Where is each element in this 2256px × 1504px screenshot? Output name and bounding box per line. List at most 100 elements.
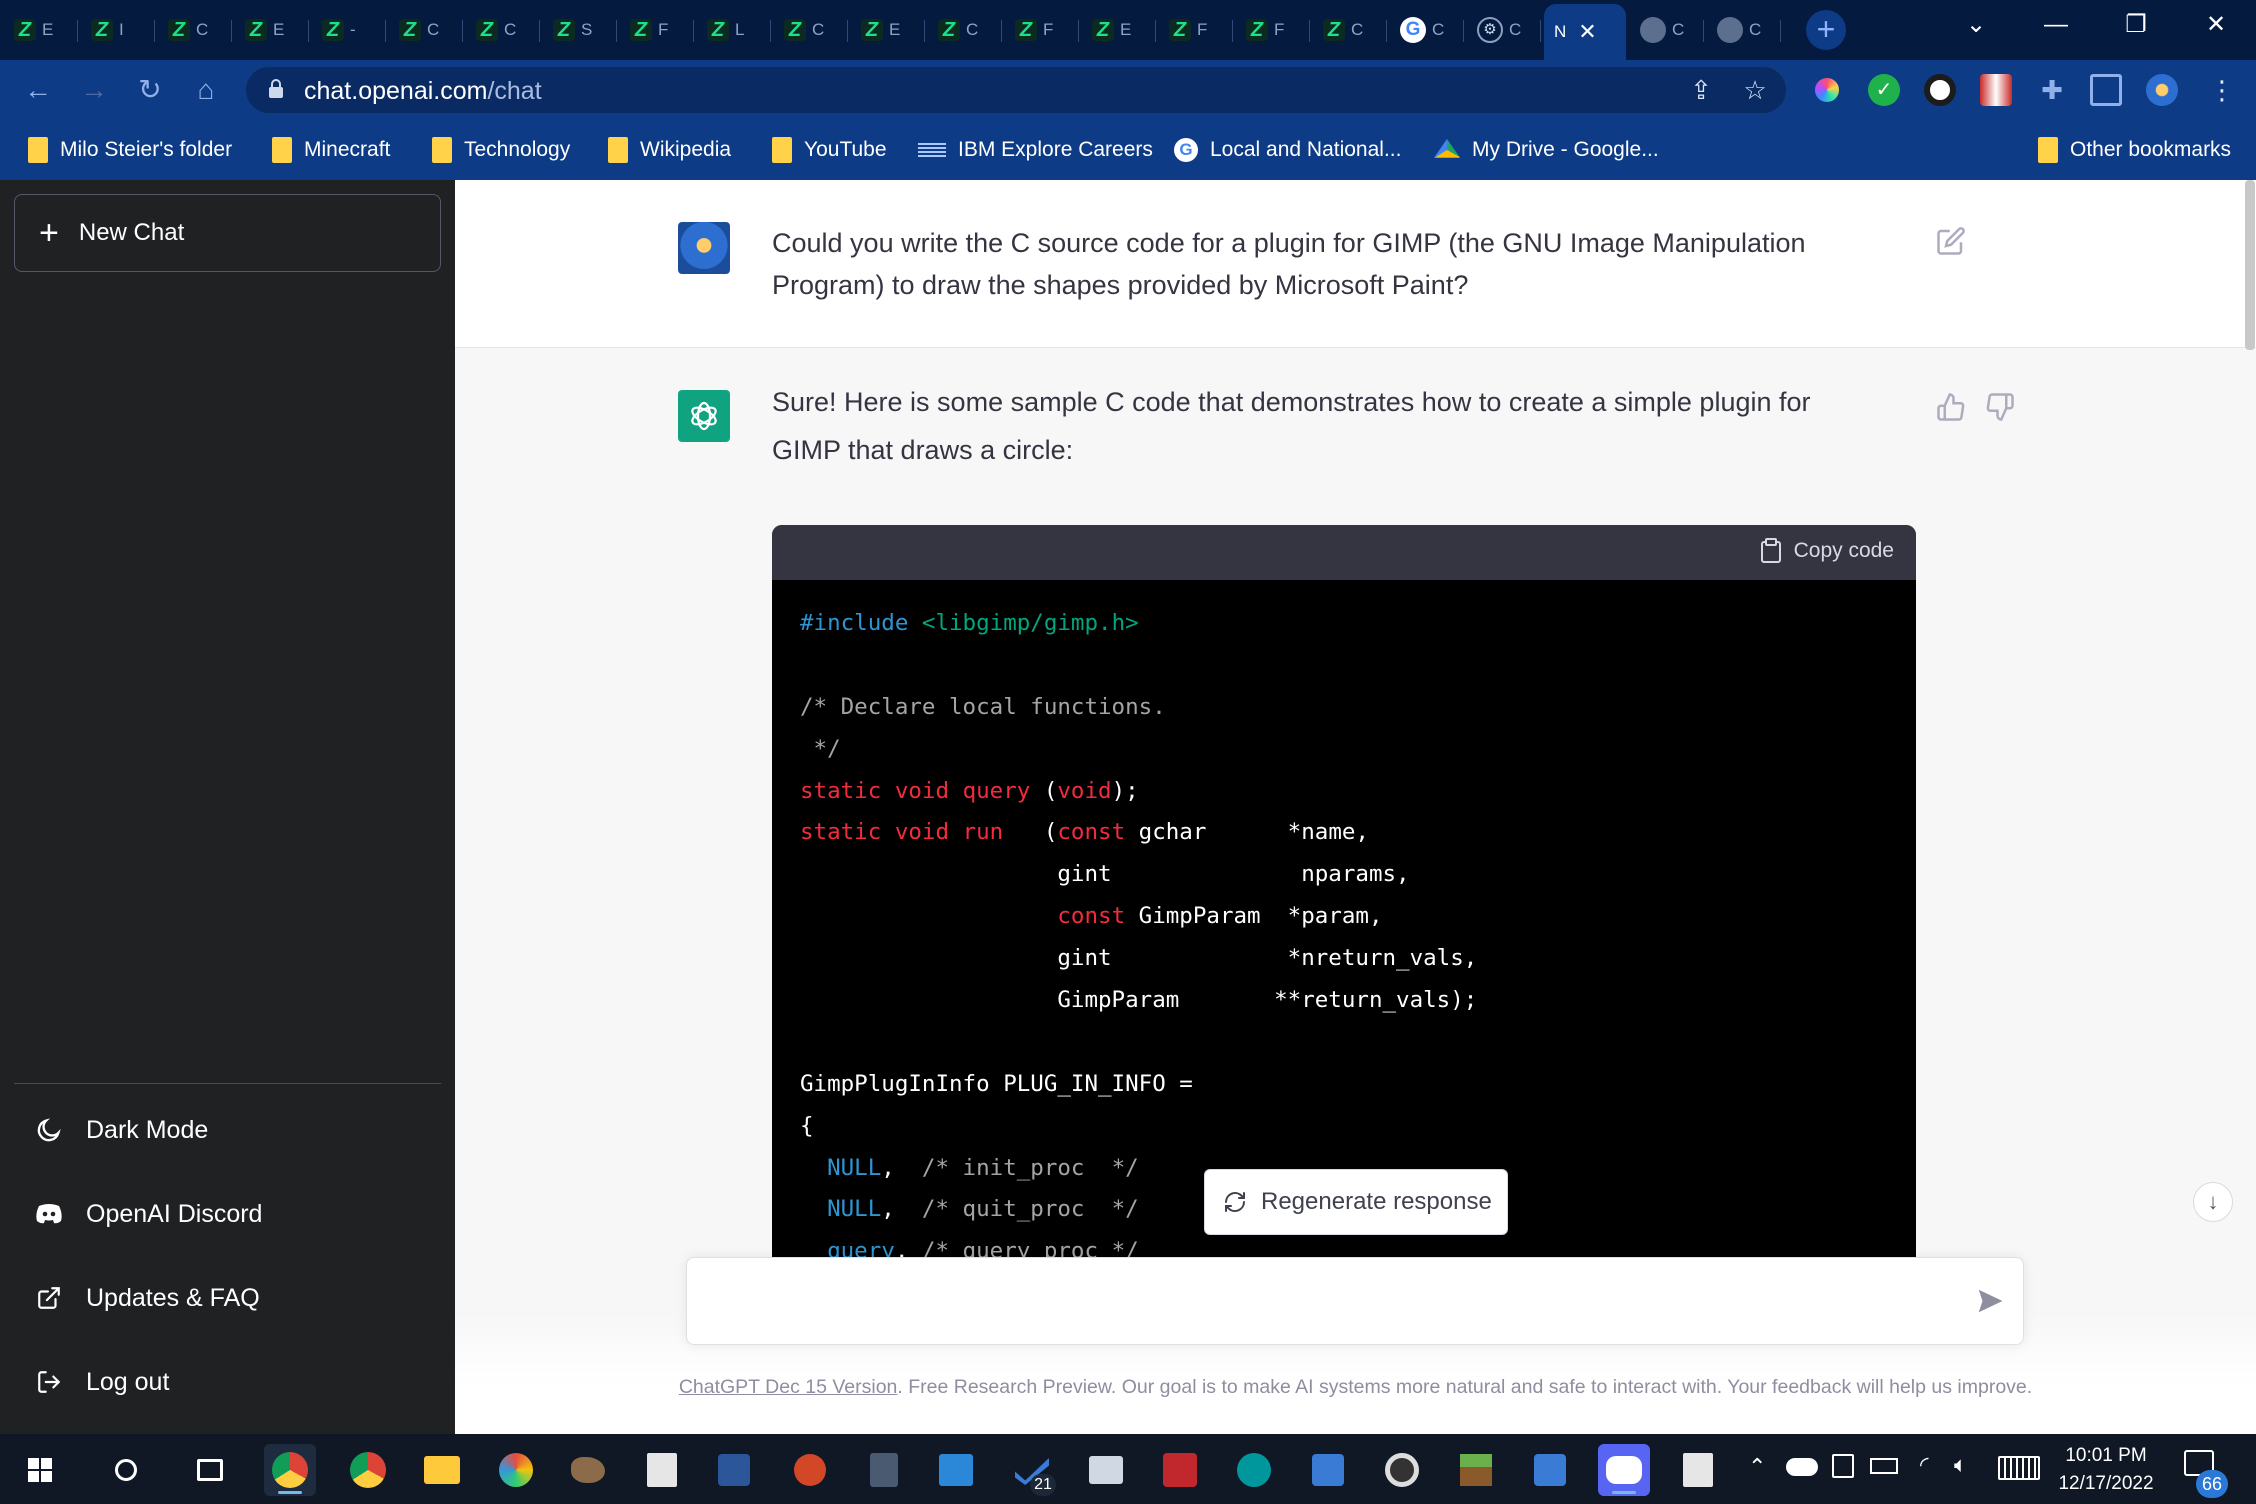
browser-tab[interactable]: ⚙ C — [1467, 6, 1541, 54]
chevron-up-icon[interactable]: ⌃ — [1748, 1454, 1766, 1480]
bookmark-item[interactable]: Milo Steier's folder — [28, 134, 232, 166]
onedrive-icon[interactable] — [1786, 1458, 1818, 1476]
taskbar-app[interactable] — [1598, 1444, 1650, 1496]
dark-mode-button[interactable]: Dark Mode — [14, 1097, 441, 1163]
minimize-button[interactable]: — — [2016, 0, 2096, 50]
lock-icon[interactable] — [268, 79, 284, 99]
taskbar-app[interactable] — [184, 1444, 236, 1496]
log-out-button[interactable]: Log out — [14, 1349, 441, 1415]
restore-button[interactable]: ❐ — [2096, 0, 2176, 50]
taskbar-app[interactable] — [858, 1444, 910, 1496]
battery-icon[interactable] — [1870, 1458, 1898, 1474]
taskbar-app[interactable] — [708, 1444, 760, 1496]
taskbar-app[interactable]: 21 — [1006, 1444, 1058, 1496]
back-icon[interactable]: ← — [20, 72, 56, 108]
browser-tab[interactable]: ZC — [158, 6, 232, 54]
new-tab-button[interactable]: + — [1806, 10, 1846, 50]
taskbar-app[interactable] — [1228, 1444, 1280, 1496]
volume-icon[interactable]: 🔈︎ — [1954, 1452, 1967, 1478]
openai-discord-link[interactable]: OpenAI Discord — [14, 1181, 441, 1247]
browser-tab[interactable]: ZC — [1313, 6, 1387, 54]
extensions-puzzle-icon[interactable]: ✚ — [2036, 74, 2068, 106]
browser-tab[interactable]: ZC — [774, 6, 848, 54]
browser-tab[interactable]: ZC — [466, 6, 540, 54]
pdf-extension-icon[interactable] — [1980, 74, 2012, 106]
reload-icon[interactable]: ↻ — [132, 72, 168, 108]
new-chat-button[interactable]: + New Chat — [14, 194, 441, 272]
taskbar-app[interactable] — [784, 1444, 836, 1496]
scrollbar[interactable] — [2245, 180, 2255, 350]
other-bookmarks[interactable]: Other bookmarks — [2038, 134, 2231, 166]
taskbar-app[interactable] — [1154, 1444, 1206, 1496]
taskbar-app[interactable] — [636, 1444, 688, 1496]
address-bar[interactable]: chat.openai.com/chat ⇪ ☆ — [246, 67, 1786, 113]
scroll-to-bottom-button[interactable]: ↓ — [2193, 1182, 2233, 1222]
close-tab-icon[interactable]: ✕ — [1578, 19, 1596, 45]
browser-tab[interactable]: ZE — [851, 6, 925, 54]
browser-tab[interactable]: C — [1630, 6, 1704, 54]
bookmark-item[interactable]: YouTube — [772, 134, 887, 166]
device-icon[interactable] — [1832, 1454, 1854, 1478]
home-icon[interactable]: ⌂ — [188, 72, 224, 108]
taskbar-app[interactable] — [1376, 1444, 1428, 1496]
browser-tab[interactable]: ZL — [697, 6, 771, 54]
browser-tab[interactable]: ZC — [389, 6, 463, 54]
taskbar-app[interactable] — [342, 1444, 394, 1496]
taskbar-app[interactable] — [562, 1444, 614, 1496]
taskbar-app[interactable] — [1450, 1444, 1502, 1496]
taskbar-app[interactable] — [100, 1444, 152, 1496]
browser-menu-icon[interactable]: ⋮ — [2206, 74, 2238, 106]
bookmark-item[interactable]: IBM Explore Careers — [918, 134, 1153, 166]
browser-tab[interactable]: ZE — [4, 6, 78, 54]
clock[interactable]: 10:01 PM 12/17/2022 — [2046, 1442, 2166, 1498]
taskbar-app[interactable] — [1302, 1444, 1354, 1496]
send-icon[interactable] — [1975, 1286, 2005, 1316]
taskbar-app[interactable] — [416, 1444, 468, 1496]
taskbar-app[interactable] — [1672, 1444, 1724, 1496]
wifi-icon[interactable]: ◜ — [1920, 1452, 1929, 1478]
thumbs-up-icon[interactable] — [1936, 392, 1966, 422]
copy-code-button[interactable]: Copy code — [1760, 538, 1894, 564]
browser-tab-active[interactable]: N ✕ — [1544, 4, 1626, 60]
browser-tab[interactable]: GC — [1390, 6, 1464, 54]
tab-search-button[interactable]: ⌄ — [1936, 0, 2016, 50]
browser-tab[interactable]: ZF — [1005, 6, 1079, 54]
browser-tab[interactable]: ZI — [81, 6, 155, 54]
taskbar-app[interactable] — [14, 1444, 66, 1496]
close-window-button[interactable]: ✕ — [2176, 0, 2256, 50]
keyboard-icon[interactable] — [1998, 1456, 2040, 1480]
profile-avatar[interactable] — [2146, 74, 2178, 106]
browser-tab[interactable]: ZF — [1236, 6, 1310, 54]
bookmark-item[interactable]: G Local and National... — [1174, 134, 1401, 166]
bookmark-item[interactable]: Minecraft — [272, 134, 390, 166]
updates-faq-link[interactable]: Updates & FAQ — [14, 1265, 441, 1331]
browser-tab[interactable]: ZF — [620, 6, 694, 54]
bookmark-item[interactable]: My Drive - Google... — [1434, 134, 1659, 166]
share-icon[interactable]: ⇪ — [1686, 75, 1716, 105]
browser-tab[interactable]: ZF — [1159, 6, 1233, 54]
bookmark-item[interactable]: Wikipedia — [608, 134, 731, 166]
browser-tab[interactable]: C — [1707, 6, 1781, 54]
message-input[interactable] — [686, 1257, 2024, 1345]
browser-tab[interactable]: ZE — [1082, 6, 1156, 54]
browser-tab[interactable]: ZS — [543, 6, 617, 54]
browser-tab[interactable]: ZE — [235, 6, 309, 54]
checkmark-extension-icon[interactable]: ✓ — [1868, 74, 1900, 106]
regenerate-response-button[interactable]: Regenerate response — [1204, 1169, 1508, 1235]
forward-icon[interactable]: → — [76, 72, 112, 108]
bookmark-item[interactable]: Technology — [432, 134, 570, 166]
edit-icon[interactable] — [1936, 226, 1966, 256]
version-link[interactable]: ChatGPT Dec 15 Version — [679, 1376, 898, 1398]
browser-tab[interactable]: ZC — [928, 6, 1002, 54]
taskbar-app[interactable] — [930, 1444, 982, 1496]
taskbar-app[interactable] — [1524, 1444, 1576, 1496]
side-panel-icon[interactable] — [2090, 74, 2122, 106]
browser-tab[interactable]: Z- — [312, 6, 386, 54]
thumbs-down-icon[interactable] — [1985, 392, 2015, 422]
taskbar-app[interactable] — [490, 1444, 542, 1496]
taskbar-app[interactable] — [264, 1444, 316, 1496]
taskbar-app[interactable] — [1080, 1444, 1132, 1496]
bookmark-star-icon[interactable]: ☆ — [1740, 75, 1770, 105]
dark-reader-extension-icon[interactable] — [1924, 74, 1956, 106]
color-picker-extension-icon[interactable] — [1811, 74, 1843, 106]
